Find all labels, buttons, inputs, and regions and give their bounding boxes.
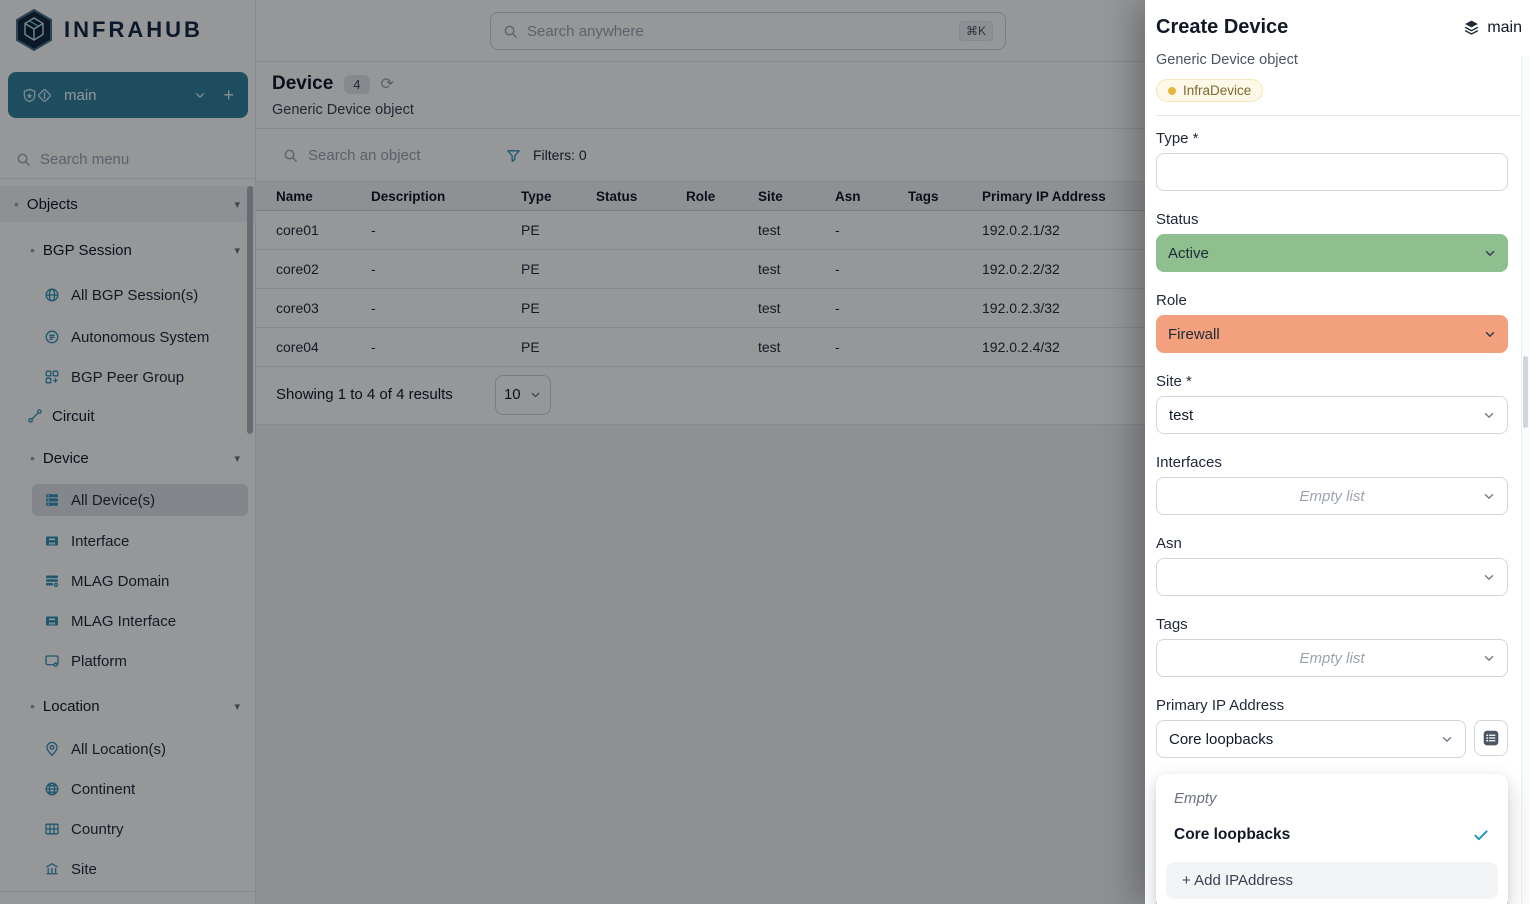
field-label: Type * xyxy=(1156,130,1508,147)
asn-select[interactable] xyxy=(1156,558,1508,596)
chevron-down-icon xyxy=(1482,408,1496,422)
create-device-drawer: Create Device main Generic Device object… xyxy=(1145,0,1530,904)
kind-badge-label: InfraDevice xyxy=(1183,83,1251,98)
layers-icon xyxy=(1463,19,1480,36)
add-ipaddress-button[interactable]: + Add IPAddress xyxy=(1166,862,1498,899)
drawer-header: Create Device main Generic Device object… xyxy=(1145,0,1530,116)
field-site: Site * test xyxy=(1156,373,1508,434)
primary-ip-dropdown: Empty Core loopbacks + Add IPAddress xyxy=(1156,774,1508,904)
chevron-down-icon xyxy=(1482,489,1496,503)
field-primary-ip: Primary IP Address Core loopbacks xyxy=(1156,697,1508,758)
chevron-down-icon xyxy=(1482,651,1496,665)
site-value: test xyxy=(1169,407,1193,424)
field-status: Status Active xyxy=(1156,211,1508,272)
field-label: Tags xyxy=(1156,616,1508,633)
field-type: Type * xyxy=(1156,130,1508,191)
kind-badge: InfraDevice xyxy=(1156,79,1263,102)
interfaces-select[interactable]: Empty list xyxy=(1156,477,1508,515)
empty-list-placeholder: Empty list xyxy=(1169,650,1495,667)
dropdown-option-empty[interactable]: Empty xyxy=(1166,784,1498,817)
role-select[interactable]: Firewall xyxy=(1156,315,1508,353)
chevron-down-icon xyxy=(1483,327,1497,341)
chevron-down-icon xyxy=(1482,570,1496,584)
field-label: Site * xyxy=(1156,373,1508,390)
dropdown-option-label: Core loopbacks xyxy=(1174,826,1290,844)
drawer-scrollbar-thumb[interactable] xyxy=(1523,356,1528,428)
app-root: INFRAHUB main + Search menu • xyxy=(0,0,1530,904)
drawer-branch-name: main xyxy=(1487,19,1522,37)
field-interfaces: Interfaces Empty list xyxy=(1156,454,1508,515)
status-select[interactable]: Active xyxy=(1156,234,1508,272)
drawer-form: Type * Status Active Role Firewall Site … xyxy=(1145,130,1530,758)
field-tags: Tags Empty list xyxy=(1156,616,1508,677)
chevron-down-icon xyxy=(1440,732,1454,746)
check-icon xyxy=(1472,826,1490,844)
primary-ip-select[interactable]: Core loopbacks xyxy=(1156,720,1466,758)
chevron-down-icon xyxy=(1483,246,1497,260)
field-label: Status xyxy=(1156,211,1508,228)
field-asn: Asn xyxy=(1156,535,1508,596)
drawer-divider xyxy=(1156,115,1522,116)
drawer-scrollbar-track[interactable] xyxy=(1521,56,1530,904)
site-select[interactable]: test xyxy=(1156,396,1508,434)
drawer-title: Create Device xyxy=(1156,16,1288,39)
field-label: Role xyxy=(1156,292,1508,309)
field-label: Primary IP Address xyxy=(1156,697,1508,714)
tags-select[interactable]: Empty list xyxy=(1156,639,1508,677)
dropdown-option-core-loopbacks[interactable]: Core loopbacks xyxy=(1166,817,1498,853)
type-input[interactable] xyxy=(1156,153,1508,191)
drawer-branch[interactable]: main xyxy=(1463,19,1522,37)
drawer-subtitle: Generic Device object xyxy=(1156,52,1522,68)
role-value: Firewall xyxy=(1168,326,1220,343)
field-label: Interfaces xyxy=(1156,454,1508,471)
field-role: Role Firewall xyxy=(1156,292,1508,353)
empty-list-placeholder: Empty list xyxy=(1169,488,1495,505)
ip-list-button[interactable] xyxy=(1474,720,1508,756)
status-value: Active xyxy=(1168,245,1209,262)
field-label: Asn xyxy=(1156,535,1508,552)
badge-dot-icon xyxy=(1168,87,1176,95)
primary-ip-value: Core loopbacks xyxy=(1169,731,1273,748)
list-icon xyxy=(1482,729,1500,747)
